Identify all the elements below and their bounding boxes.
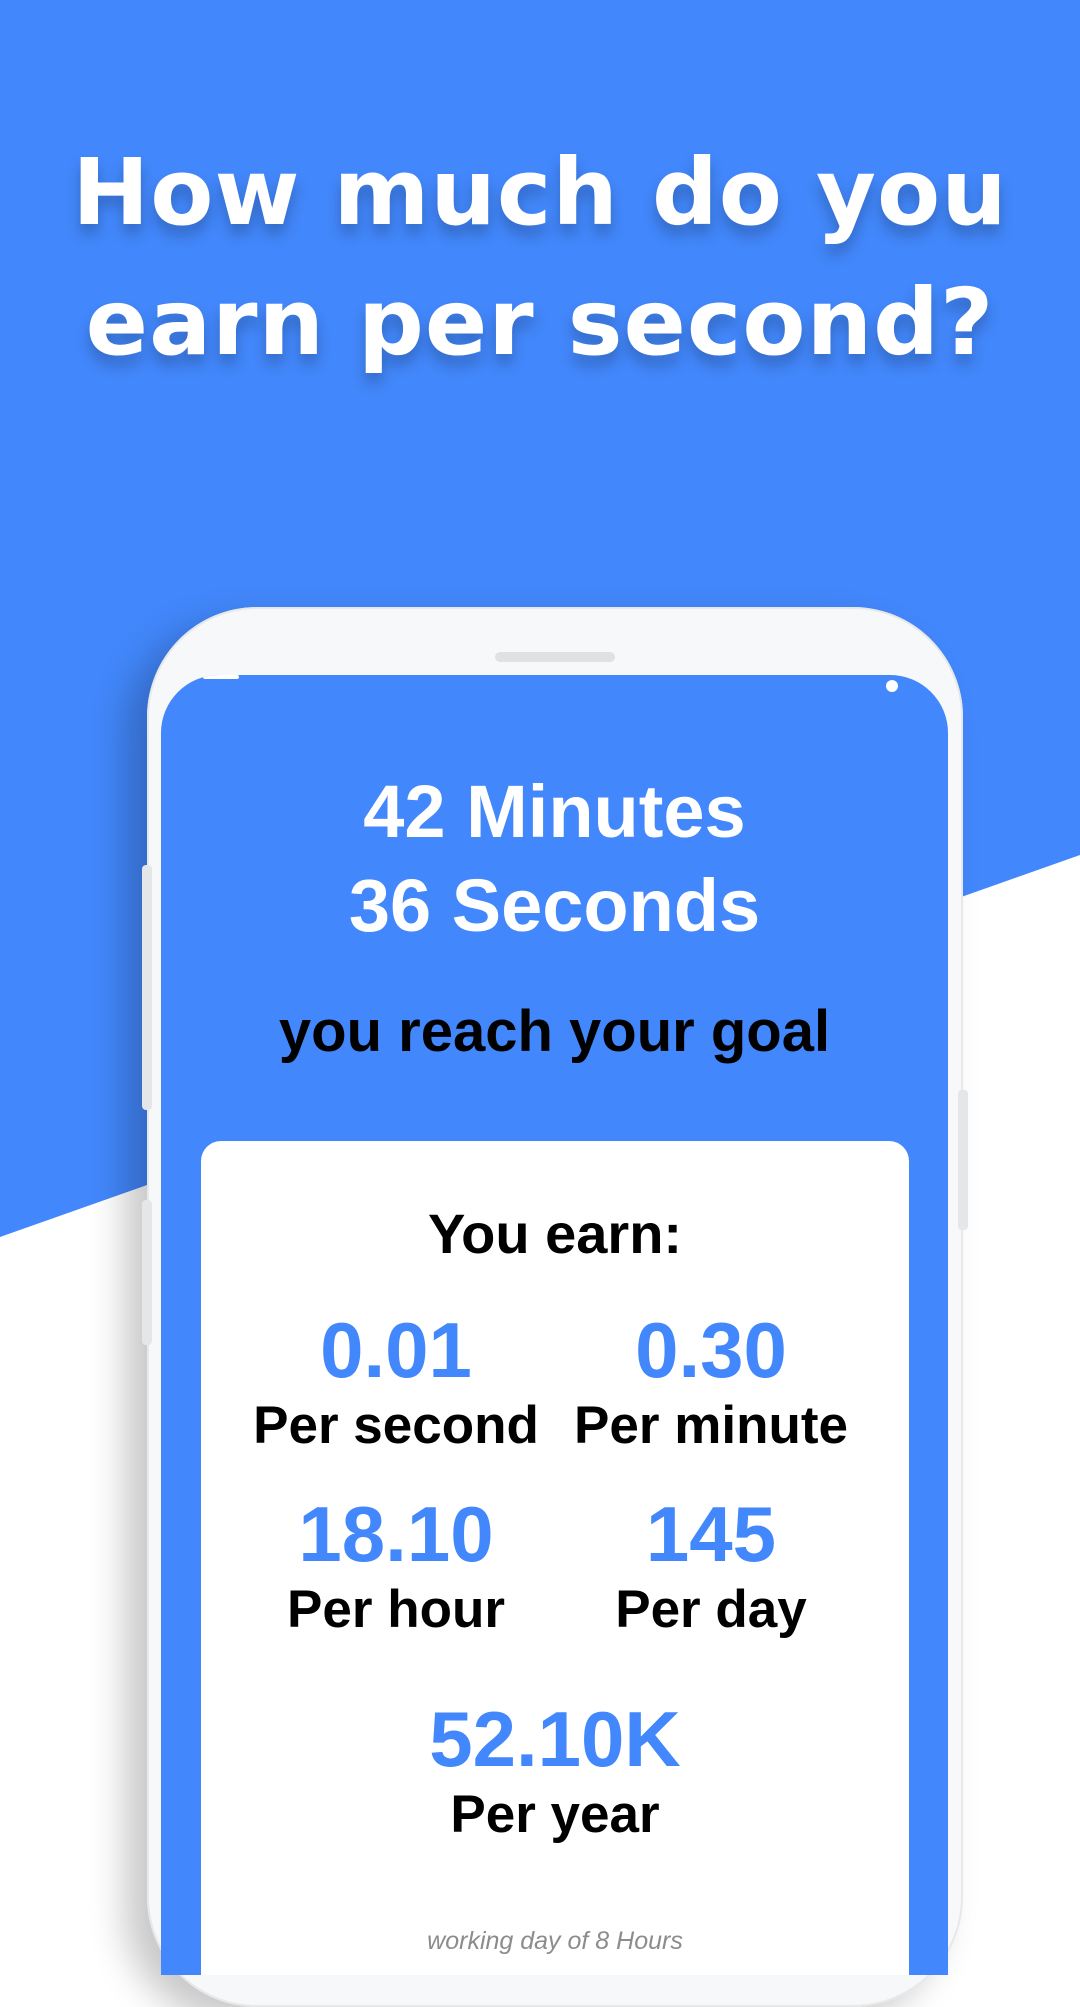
share-icon[interactable] (886, 680, 898, 692)
stat-label: Per minute (574, 1396, 848, 1455)
stat-label: Per year (450, 1785, 660, 1844)
earnings-title: You earn: (427, 1202, 683, 1265)
working-day-note: working day of 8 Hours (427, 1927, 683, 1955)
menu-icon[interactable] (203, 675, 239, 679)
stat-value: 145 (645, 1490, 777, 1578)
time-to-goal: 42 Minutes 36 Seconds (161, 765, 948, 953)
stat-per-day: 145 Per day (561, 1491, 861, 1643)
stat-per-hour: 18.10 Per hour (246, 1491, 546, 1643)
earnings-card: You earn: 0.01 Per second 0.30 Per minut… (201, 1141, 909, 1975)
stat-label: Per day (615, 1580, 807, 1639)
phone-side-button-upper (142, 865, 152, 1110)
headline-line-2: earn per second? (85, 269, 995, 376)
phone-side-button-lower (142, 1200, 152, 1345)
time-seconds: 36 Seconds (348, 864, 761, 947)
stat-value: 52.10K (429, 1695, 681, 1783)
headline-line-1: How much do you (72, 139, 1008, 246)
promo-headline: How much do you earn per second? (0, 128, 1080, 388)
stat-value: 0.01 (320, 1306, 472, 1394)
stat-label: Per hour (287, 1580, 505, 1639)
stat-per-second: 0.01 Per second (246, 1307, 546, 1459)
time-minutes: 42 Minutes (363, 770, 746, 853)
stat-per-minute: 0.30 Per minute (561, 1307, 861, 1459)
phone-side-button-right (958, 1090, 968, 1230)
app-screen: 42 Minutes 36 Seconds you reach your goa… (161, 675, 948, 1975)
stat-per-year: 52.10K Per year (355, 1696, 755, 1848)
phone-speaker (495, 652, 615, 662)
stat-value: 0.30 (635, 1306, 787, 1394)
goal-caption: you reach your goal (278, 999, 831, 1064)
stat-value: 18.10 (298, 1490, 494, 1578)
stat-label: Per second (253, 1396, 539, 1455)
